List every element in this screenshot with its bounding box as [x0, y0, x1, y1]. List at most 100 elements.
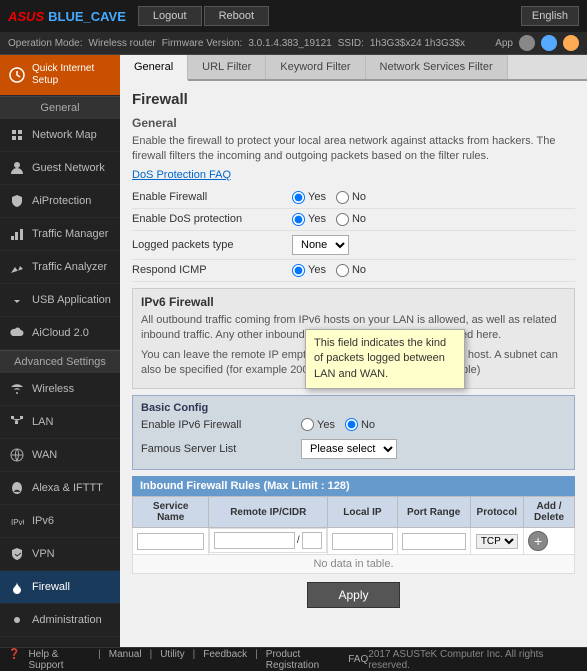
- help-support-link[interactable]: Help & Support: [28, 649, 90, 671]
- enable-dos-radio-group: Yes No: [292, 213, 366, 226]
- sidebar-item-aicloud[interactable]: AiCloud 2.0: [0, 317, 120, 350]
- col-port-range: Port Range: [397, 497, 470, 528]
- enable-firewall-row: Enable Firewall Yes No: [132, 187, 575, 209]
- local-ip-input[interactable]: [332, 533, 393, 550]
- ssid-label: SSID:: [338, 38, 364, 49]
- enable-dos-yes-radio[interactable]: Yes: [292, 213, 326, 226]
- input-row: / TCP +: [133, 528, 575, 555]
- col-add-delete: Add / Delete: [524, 497, 575, 528]
- content-tabs: General URL Filter Keyword Filter Networ…: [120, 55, 587, 81]
- sidebar-item-administration[interactable]: Administration: [0, 604, 120, 637]
- remote-ip-input[interactable]: [214, 532, 294, 549]
- advanced-section-header: Advanced Settings: [0, 350, 120, 373]
- status-bar: Operation Mode: Wireless router Firmware…: [0, 32, 587, 55]
- utility-link[interactable]: Utility: [160, 649, 184, 671]
- page-title: Firewall: [132, 91, 575, 108]
- port-range-input[interactable]: [402, 533, 466, 550]
- sidebar-item-wan[interactable]: WAN: [0, 439, 120, 472]
- svg-text:IPv6: IPv6: [11, 518, 24, 527]
- product-reg-link[interactable]: Product Registration: [266, 649, 348, 671]
- apply-button[interactable]: Apply: [307, 582, 399, 608]
- inbound-rules-title: Inbound Firewall Rules (Max Limit : 128): [132, 476, 575, 496]
- no-data-text: No data in table.: [133, 555, 575, 574]
- manual-link[interactable]: Manual: [109, 649, 142, 671]
- tab-keyword-filter[interactable]: Keyword Filter: [266, 55, 365, 79]
- main-layout: Quick Internet Setup General Network Map…: [0, 55, 587, 647]
- footer-sep1: |: [98, 649, 101, 671]
- usb-application-label: USB Application: [32, 294, 111, 306]
- ipv6-yes-radio[interactable]: Yes: [301, 418, 335, 431]
- sidebar-item-system-log[interactable]: System Log: [0, 637, 120, 647]
- protocol-select[interactable]: TCP: [476, 534, 518, 549]
- enable-firewall-label: Enable Firewall: [132, 191, 292, 203]
- alexa-icon: [8, 479, 26, 497]
- content-area: General URL Filter Keyword Filter Networ…: [120, 55, 587, 647]
- ipv6-no-radio[interactable]: No: [345, 418, 375, 431]
- respond-icmp-no-radio[interactable]: No: [336, 264, 366, 277]
- enable-ipv6-firewall-label: Enable IPv6 Firewall: [141, 419, 301, 431]
- admin-icon: [8, 611, 26, 629]
- sidebar-item-lan[interactable]: LAN: [0, 406, 120, 439]
- wireless-label: Wireless: [32, 383, 74, 395]
- sidebar-item-firewall[interactable]: Firewall: [0, 571, 120, 604]
- general-section-header: General: [0, 96, 120, 119]
- respond-icmp-yes-radio[interactable]: Yes: [292, 264, 326, 277]
- sidebar: Quick Internet Setup General Network Map…: [0, 55, 120, 647]
- famous-server-select[interactable]: Please select: [301, 439, 397, 459]
- enable-ipv6-firewall-row: Enable IPv6 Firewall Yes No: [141, 414, 566, 435]
- enable-dos-no-radio[interactable]: No: [336, 213, 366, 226]
- language-selector[interactable]: English: [521, 6, 579, 26]
- add-rule-button[interactable]: +: [528, 531, 548, 551]
- basic-config-title: Basic Config: [141, 402, 566, 414]
- vpn-icon: [8, 545, 26, 563]
- col-service-name: Service Name: [133, 497, 209, 528]
- top-bar: ASUS BLUE_CAVE Logout Reboot English: [0, 0, 587, 32]
- sidebar-item-ipv6[interactable]: IPv6 IPv6: [0, 505, 120, 538]
- col-local-ip: Local IP: [328, 497, 398, 528]
- ipv6-label: IPv6: [32, 515, 54, 527]
- sidebar-item-guest-network[interactable]: Guest Network: [0, 152, 120, 185]
- logout-button[interactable]: Logout: [138, 6, 202, 26]
- logo-area: ASUS BLUE_CAVE: [8, 9, 126, 24]
- notification-icon: [563, 35, 579, 51]
- faq-link[interactable]: FAQ: [348, 654, 368, 665]
- traffic-manager-label: Traffic Manager: [32, 228, 108, 240]
- general-section-label: General: [132, 116, 575, 130]
- aicloud-label: AiCloud 2.0: [32, 327, 89, 339]
- guest-network-label: Guest Network: [32, 162, 105, 174]
- sidebar-item-usb-application[interactable]: USB Application: [0, 284, 120, 317]
- sidebar-item-quick-setup[interactable]: Quick Internet Setup: [0, 55, 120, 96]
- sidebar-item-traffic-analyzer[interactable]: Traffic Analyzer: [0, 251, 120, 284]
- administration-label: Administration: [32, 614, 102, 626]
- firewall-description: Enable the firewall to protect your loca…: [132, 134, 575, 165]
- famous-server-row: Famous Server List Please select: [141, 435, 566, 463]
- feedback-link[interactable]: Feedback: [203, 649, 247, 671]
- sidebar-item-traffic-manager[interactable]: Traffic Manager: [0, 218, 120, 251]
- firewall-table: Service Name Remote IP/CIDR Local IP Por…: [132, 496, 575, 574]
- sidebar-item-aiprotection[interactable]: AiProtection: [0, 185, 120, 218]
- guest-icon: [8, 159, 26, 177]
- service-name-input[interactable]: [137, 533, 204, 550]
- enable-firewall-no-radio[interactable]: No: [336, 191, 366, 204]
- sidebar-item-alexa[interactable]: Alexa & IFTTT: [0, 472, 120, 505]
- sidebar-item-wireless[interactable]: Wireless: [0, 373, 120, 406]
- fire-icon: [8, 578, 26, 596]
- tab-general[interactable]: General: [120, 55, 188, 81]
- cloud-icon: [8, 324, 26, 342]
- dos-faq-link[interactable]: DoS Protection FAQ: [132, 169, 575, 181]
- sidebar-item-vpn[interactable]: VPN: [0, 538, 120, 571]
- logged-packets-select[interactable]: None: [292, 235, 349, 255]
- footer-links: ❓ Help & Support | Manual | Utility | Fe…: [8, 649, 348, 671]
- cidr-input[interactable]: [302, 532, 322, 549]
- enable-firewall-yes-radio[interactable]: Yes: [292, 191, 326, 204]
- ipv6-section-title: IPv6 Firewall: [141, 295, 566, 309]
- vpn-label: VPN: [32, 548, 55, 560]
- sidebar-item-network-map[interactable]: Network Map: [0, 119, 120, 152]
- logged-packets-row: Logged packets type None: [132, 231, 575, 260]
- reboot-button[interactable]: Reboot: [204, 6, 269, 26]
- tab-network-services[interactable]: Network Services Filter: [366, 55, 508, 79]
- tab-url-filter[interactable]: URL Filter: [188, 55, 266, 79]
- operation-mode-label: Operation Mode:: [8, 38, 83, 49]
- lan-icon: [8, 413, 26, 431]
- asus-logo: ASUS: [8, 9, 44, 24]
